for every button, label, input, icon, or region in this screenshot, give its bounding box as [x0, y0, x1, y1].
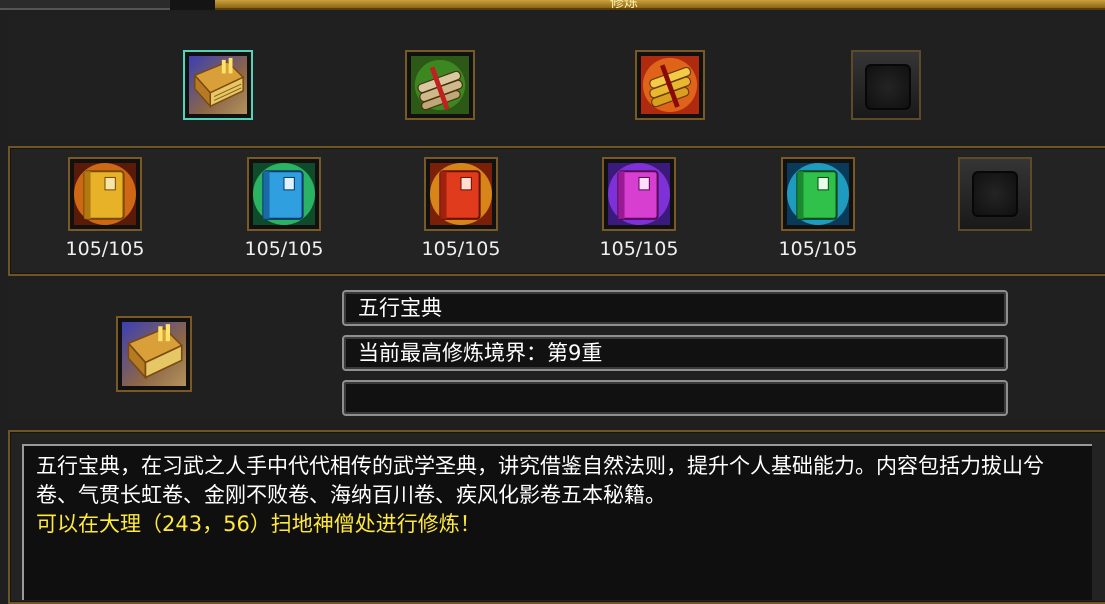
category-panel — [8, 12, 1105, 140]
skill-book-slot-empty[interactable] — [958, 157, 1032, 231]
skill-book-count-4: 105/105 — [599, 238, 679, 260]
skill-book-count-5: 105/105 — [778, 238, 858, 260]
realm-field: 当前最高修炼境界：第9重 — [342, 335, 1008, 371]
category-slot-scroll-bundle[interactable] — [405, 50, 475, 120]
gold-scroll-bundle-icon — [641, 56, 699, 114]
golden-book-stack-icon — [189, 56, 247, 114]
skill-book-slot-2[interactable] — [247, 157, 321, 231]
category-slot-golden-scroll-bundle[interactable] — [635, 50, 705, 120]
green-book-icon — [787, 163, 849, 225]
skill-book-count-2: 105/105 — [244, 238, 324, 260]
top-left-bar — [0, 0, 170, 10]
window-title: 修炼 — [610, 0, 638, 11]
scroll-bundle-icon — [411, 56, 469, 114]
description-text: 五行宝典，在习武之人手中代代相传的武学圣典，讲究借鉴自然法则，提升个人基础能力。… — [36, 454, 1044, 507]
golden-book-stack-icon — [122, 322, 186, 386]
yellow-book-icon — [74, 163, 136, 225]
blue-book-icon — [253, 163, 315, 225]
skill-book-slot-1[interactable] — [68, 157, 142, 231]
skill-book-slot-3[interactable] — [424, 157, 498, 231]
item-name-field: 五行宝典 — [342, 290, 1008, 326]
skill-books-panel: 105/105 105/105 105/105 105/105 105/105 — [8, 146, 1105, 276]
extra-field — [342, 380, 1008, 416]
top-bar: 修炼 — [0, 0, 1105, 11]
skill-book-slot-4[interactable] — [602, 157, 676, 231]
selected-item-slot[interactable] — [116, 316, 192, 392]
purple-book-icon — [608, 163, 670, 225]
category-slot-empty[interactable] — [851, 50, 921, 120]
skill-book-count-1: 105/105 — [65, 238, 145, 260]
red-book-icon — [430, 163, 492, 225]
description-box: 五行宝典，在习武之人手中代代相传的武学圣典，讲究借鉴自然法则，提升个人基础能力。… — [22, 444, 1092, 600]
category-slot-wuxing-baodian[interactable] — [183, 50, 253, 120]
skill-book-slot-5[interactable] — [781, 157, 855, 231]
title-bar: 修炼 — [215, 0, 1105, 11]
training-location-hint: 可以在大理（243，56）扫地神僧处进行修炼！ — [36, 512, 481, 536]
skill-book-count-3: 105/105 — [421, 238, 501, 260]
